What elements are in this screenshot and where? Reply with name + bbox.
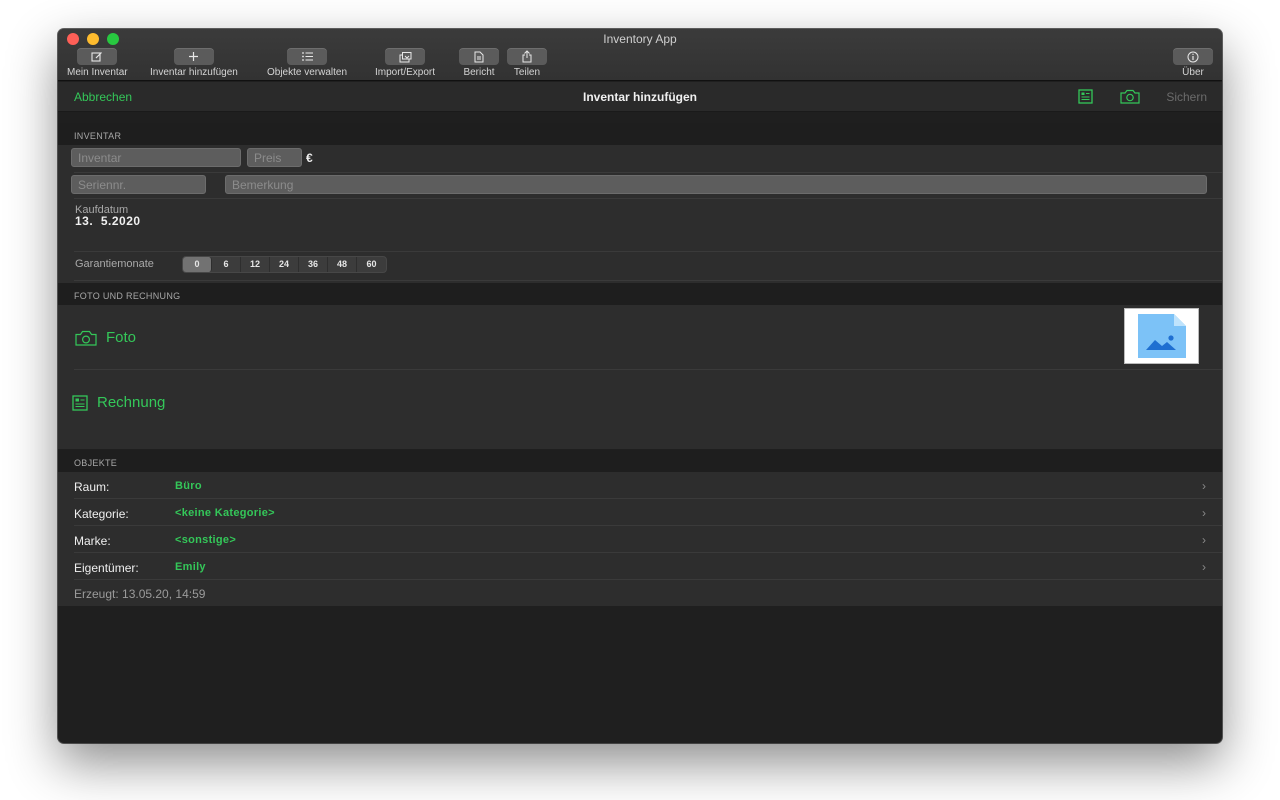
currency-label: € <box>306 151 313 165</box>
toolbar-ueber[interactable]: Über <box>1173 48 1213 78</box>
list-item-marke[interactable]: Marke: <sonstige> › <box>58 526 1222 553</box>
garantie-option-12[interactable]: 12 <box>241 257 270 272</box>
rechnung-label: Rechnung <box>97 394 166 411</box>
receipt-icon[interactable] <box>1078 89 1093 109</box>
list-key: Raum: <box>74 480 110 494</box>
note-input[interactable] <box>225 175 1207 194</box>
toolbar-label: Import/Export <box>375 67 436 78</box>
list-key: Marke: <box>74 534 111 548</box>
preis-input[interactable] <box>247 148 302 167</box>
kaufdatum-picker[interactable]: 13. 5.2020 <box>75 214 141 228</box>
divider <box>74 369 1222 370</box>
list-icon <box>287 48 328 65</box>
toolbar-label: Über <box>1182 67 1204 78</box>
chevron-right-icon: › <box>1202 506 1206 520</box>
foto-label: Foto <box>106 329 137 346</box>
info-icon <box>1173 48 1213 65</box>
section-header-foto: FOTO UND RECHNUNG <box>58 283 1222 305</box>
compose-icon <box>77 48 118 65</box>
app-window: Inventory App Mein Inventar Inventar hin… <box>58 29 1222 743</box>
photo-thumbnail[interactable] <box>1124 308 1199 364</box>
toolbar-teilen[interactable]: Teilen <box>507 48 547 78</box>
divider <box>74 172 1222 173</box>
toolbar-label: Teilen <box>513 67 541 78</box>
plus-icon <box>173 48 214 65</box>
list-item-eigentuemer[interactable]: Eigentümer: Emily › <box>58 553 1222 580</box>
titlebar: Inventory App Mein Inventar Inventar hin… <box>58 29 1222 81</box>
document-icon <box>459 48 499 65</box>
created-timestamp: Erzeugt: 13.05.20, 14:59 <box>74 587 206 601</box>
toolbar-inventar-hinzufuegen[interactable]: Inventar hinzufügen <box>150 48 238 78</box>
list-value: Büro <box>175 480 202 492</box>
section-header-objekte: OBJEKTE <box>58 450 1222 472</box>
toolbar-label: Objekte verwalten <box>267 67 348 78</box>
garantie-segmented-control[interactable]: 0 6 12 24 36 48 60 <box>182 256 387 273</box>
garantie-option-0[interactable]: 0 <box>183 257 212 272</box>
image-file-icon <box>1137 314 1186 358</box>
created-row: Erzeugt: 13.05.20, 14:59 <box>58 580 1222 606</box>
list-value: <sonstige> <box>175 534 237 546</box>
inventar-input[interactable] <box>71 148 241 167</box>
toolbar-label: Inventar hinzufügen <box>150 67 238 78</box>
garantie-label: Garantiemonate <box>75 258 154 270</box>
list-item-raum[interactable]: Raum: Büro › <box>58 472 1222 499</box>
garantie-option-60[interactable]: 60 <box>357 257 386 272</box>
chevron-right-icon: › <box>1202 479 1206 493</box>
list-value: Emily <box>175 561 206 573</box>
foto-button[interactable]: Foto <box>75 329 136 346</box>
garantie-option-48[interactable]: 48 <box>328 257 357 272</box>
toolbar-bericht[interactable]: Bericht <box>459 48 499 78</box>
rechnung-button[interactable]: Rechnung <box>72 394 165 411</box>
receipt-icon <box>72 394 88 411</box>
divider <box>74 280 1222 281</box>
chevron-right-icon: › <box>1202 560 1206 574</box>
garantie-option-6[interactable]: 6 <box>212 257 241 272</box>
list-key: Kategorie: <box>74 507 129 521</box>
list-key: Eigentümer: <box>74 561 139 575</box>
page-title: Inventar hinzufügen <box>583 90 697 104</box>
foto-rechnung-section <box>58 305 1222 449</box>
section-header-inventar: INVENTAR <box>58 123 1222 145</box>
camera-icon[interactable] <box>1120 89 1140 109</box>
toolbar-label: Bericht <box>463 67 495 78</box>
toolbar-import-export[interactable]: Import/Export <box>375 48 435 78</box>
garantie-option-36[interactable]: 36 <box>299 257 328 272</box>
list-value: <keine Kategorie> <box>175 507 275 519</box>
chevron-right-icon: › <box>1202 533 1206 547</box>
toolbar-objekte-verwalten[interactable]: Objekte verwalten <box>267 48 347 78</box>
serial-number-input[interactable] <box>71 175 206 194</box>
divider <box>74 198 1222 199</box>
garantie-option-24[interactable]: 24 <box>270 257 299 272</box>
list-item-kategorie[interactable]: Kategorie: <keine Kategorie> › <box>58 499 1222 526</box>
camera-icon <box>75 330 97 346</box>
navigation-bar: Abbrechen Inventar hinzufügen Sichern <box>58 82 1222 112</box>
window-title: Inventory App <box>603 32 677 46</box>
import-export-icon <box>385 48 426 65</box>
toolbar-mein-inventar[interactable]: Mein Inventar <box>67 48 128 78</box>
divider <box>74 251 1222 252</box>
save-button[interactable]: Sichern <box>1166 90 1207 104</box>
share-icon <box>507 48 547 65</box>
toolbar-label: Mein Inventar <box>67 67 128 78</box>
